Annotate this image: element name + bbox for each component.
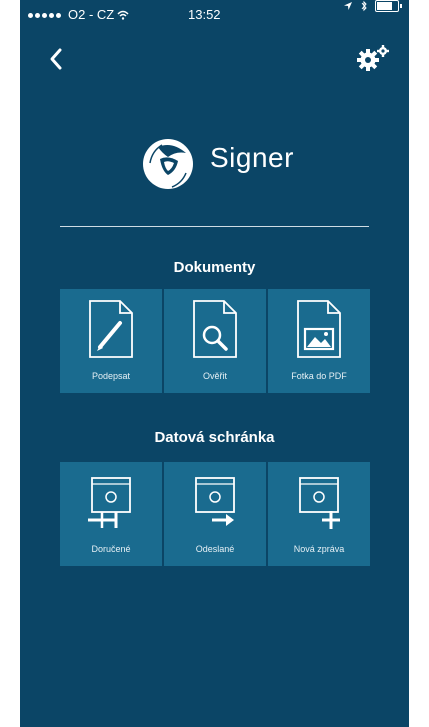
tile-label: Doručené xyxy=(91,544,131,554)
gears-icon xyxy=(357,45,389,71)
inbox-received-icon xyxy=(88,477,131,528)
tile-label: Ověřit xyxy=(202,371,227,381)
signal-strength-icon xyxy=(28,12,61,18)
app-name: Signer xyxy=(210,142,294,173)
app-screen: O2 - CZ 13:52 Signer Dokumenty Podepsat … xyxy=(20,0,409,727)
battery-level xyxy=(377,2,393,10)
sent-messages-button[interactable]: Odeslané xyxy=(164,462,266,566)
outbox-sent-icon xyxy=(195,477,235,526)
status-right xyxy=(343,0,402,12)
divider xyxy=(60,226,369,227)
battery-icon xyxy=(375,0,402,12)
location-arrow-icon xyxy=(344,2,352,10)
status-bar: O2 - CZ 13:52 xyxy=(20,0,409,30)
tile-label: Podepsat xyxy=(91,371,131,381)
photo-to-pdf-button[interactable]: Fotka do PDF xyxy=(268,289,370,393)
photo-to-pdf-icon xyxy=(297,300,341,358)
back-button[interactable] xyxy=(42,44,72,74)
status-time: 13:52 xyxy=(188,7,221,22)
verify-document-button[interactable]: Ověřit xyxy=(164,289,266,393)
signer-logo-icon xyxy=(138,133,198,193)
new-message-icon xyxy=(299,477,340,529)
tile-label: Fotka do PDF xyxy=(291,371,347,381)
documents-tiles: Podepsat Ověřit Fotka do PDF xyxy=(60,289,370,393)
section-title-documents: Dokumenty xyxy=(173,259,256,276)
tile-label: Nová zpráva xyxy=(293,544,345,554)
sign-document-button[interactable]: Podepsat xyxy=(60,289,162,393)
received-messages-button[interactable]: Doručené xyxy=(60,462,162,566)
settings-button[interactable] xyxy=(355,42,391,74)
document-sign-icon xyxy=(89,300,133,358)
document-verify-icon xyxy=(193,300,237,358)
carrier-name: O2 - CZ xyxy=(68,7,115,22)
new-message-button[interactable]: Nová zpráva xyxy=(268,462,370,566)
chevron-left-icon xyxy=(50,48,62,70)
data-box-tiles: Doručené Odeslané Nová zpráva xyxy=(60,462,370,566)
bluetooth-icon xyxy=(361,0,367,12)
status-left: O2 - CZ xyxy=(28,0,129,30)
section-title-data-box: Datová schránka xyxy=(154,429,275,446)
wifi-icon xyxy=(117,10,129,20)
tile-label: Odeslané xyxy=(195,544,235,554)
